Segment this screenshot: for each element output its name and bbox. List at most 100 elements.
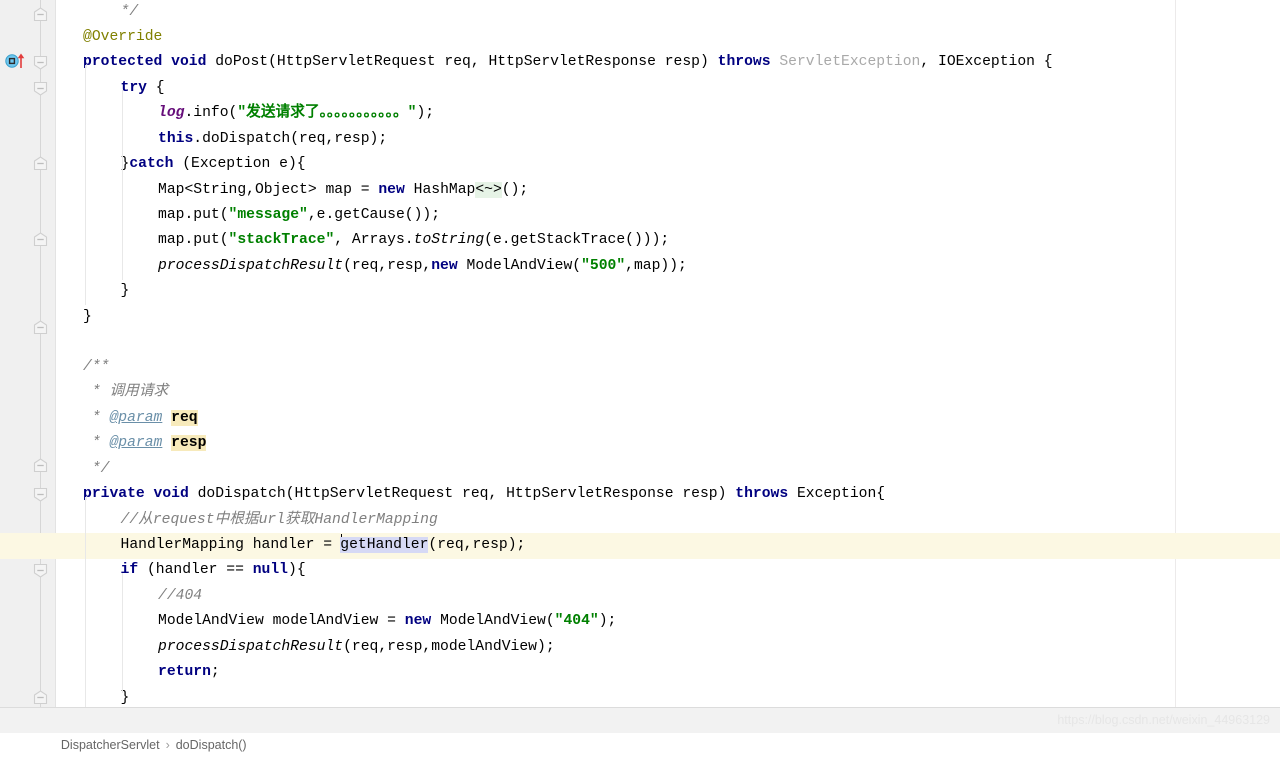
code-line[interactable]: if (handler == null){ [0,558,1280,584]
code-line-text: return; [0,660,220,686]
code-token-kw: if [120,562,139,578]
indent-guide [122,90,123,280]
code-token-str: "500" [581,258,626,274]
indent-guide [85,497,86,707]
code-line[interactable]: //从request中根据url获取HandlerMapping [0,508,1280,534]
code-line-text: HandlerMapping handler = getHandler(req,… [0,533,525,559]
code-token-plain: ); [416,105,435,121]
code-token-str: "发送请求了。。。。。。。。。。。" [237,105,417,121]
code-line[interactable]: } [0,686,1280,707]
code-line[interactable]: map.put("stackTrace", Arrays.toString(e.… [0,228,1280,254]
code-token-kw: new [431,258,458,274]
code-line[interactable]: protected void doPost(HttpServletRequest… [0,50,1280,76]
code-line-text: map.put("stackTrace", Arrays.toString(e.… [0,228,669,254]
code-token-anno: @Override [83,29,163,45]
indent-guide [85,65,86,305]
watermark: https://blog.csdn.net/weixin_44963129 [1057,713,1270,727]
code-line-text: processDispatchResult(req,resp,modelAndV… [0,635,555,661]
code-line[interactable]: * @param req [0,406,1280,432]
code-line[interactable]: } [0,279,1280,305]
code-token-plain: (); [501,182,529,198]
code-token-plain: doDispatch(HttpServletRequest req, HttpS… [188,486,736,502]
code-line[interactable]: * @param resp [0,431,1280,457]
code-token-stat: processDispatchResult [158,258,344,274]
code-token-cmt: /** [83,359,110,375]
code-token-plain: } [83,309,92,325]
code-token-cmt: */ [120,4,139,20]
code-editor[interactable]: */ @Override protected void doPost(HttpSer… [0,0,1280,707]
code-token-kw: throws [717,54,771,70]
breadcrumb-class[interactable]: DispatcherServlet [61,738,160,752]
code-token-fld: log [158,105,185,121]
code-token-cmt [162,435,171,451]
code-line[interactable]: return; [0,660,1280,686]
code-line[interactable]: } [0,305,1280,331]
code-line-text: if (handler == null){ [0,558,306,584]
code-token-plain: (handler == [138,562,253,578]
breadcrumb[interactable]: DispatcherServlet › doDispatch() [47,708,247,752]
code-line-text: Map<String,Object> map = new HashMap<~>(… [0,178,528,204]
code-line[interactable]: HandlerMapping handler = getHandler(req,… [0,533,1280,559]
code-line-text: */ [0,0,139,26]
code-token-plain: (req,resp,modelAndView); [343,639,555,655]
code-token-diamond: <~> [475,182,502,198]
code-token-plain: (req,resp, [343,258,432,274]
code-token-str: "message" [228,207,308,223]
code-token-plain: , Arrays. [334,232,414,248]
code-token-jdoc-tag: @param [109,410,163,426]
code-token-plain: ); [598,613,617,629]
code-token-plain: ,map)); [625,258,687,274]
code-line-text: } [0,305,92,331]
code-line[interactable]: processDispatchResult(req,resp,new Model… [0,254,1280,280]
code-line[interactable]: */ [0,0,1280,26]
code-token-cmt: * [83,435,110,451]
code-line[interactable]: }catch (Exception e){ [0,152,1280,178]
code-line[interactable]: processDispatchResult(req,resp,modelAndV… [0,635,1280,661]
code-token-plain: ){ [288,562,306,578]
code-token-plain: HashMap [404,182,476,198]
code-token-plain: doPost(HttpServletRequest req, HttpServl… [206,54,718,70]
code-token-plain: (Exception e){ [173,156,306,172]
code-line[interactable]: /** [0,355,1280,381]
code-line[interactable]: private void doDispatch(HttpServletReque… [0,482,1280,508]
code-token-str: "404" [554,613,599,629]
code-line[interactable]: this.doDispatch(req,resp); [0,127,1280,153]
code-line[interactable] [0,330,1280,356]
code-token-cmt: * [83,410,110,426]
breadcrumb-method[interactable]: doDispatch() [176,738,247,752]
code-line-text: map.put("message",e.getCause()); [0,203,440,229]
code-line-text: }catch (Exception e){ [0,152,306,178]
code-line[interactable]: //404 [0,584,1280,610]
code-token-plain: ,e.getCause()); [307,207,441,223]
code-token-kw: null [252,562,288,578]
code-line[interactable]: map.put("message",e.getCause()); [0,203,1280,229]
code-line-text: log.info("发送请求了。。。。。。。。。。。"); [0,101,434,127]
code-token-str: "stackTrace" [228,232,335,248]
code-line-text: private void doDispatch(HttpServletReque… [0,482,885,508]
code-line[interactable]: * 调用请求 [0,380,1280,406]
code-line-text: } [0,279,130,305]
code-line[interactable]: try { [0,76,1280,102]
code-token-plain: map.put( [158,207,229,223]
code-token-plain: Map<String,Object> map = [158,182,379,198]
code-line[interactable]: @Override [0,25,1280,51]
code-line-text: * @param req [0,406,198,432]
code-token-plain: ModelAndView modelAndView = [158,613,405,629]
code-token-cmt: * 调用请求 [83,384,169,400]
code-line[interactable]: ModelAndView modelAndView = new ModelAnd… [0,609,1280,635]
code-token-stat: processDispatchResult [158,639,344,655]
code-token-kw: new [378,182,405,198]
code-token-plain: ModelAndView( [457,258,582,274]
code-line[interactable]: log.info("发送请求了。。。。。。。。。。。"); [0,101,1280,127]
code-token-plain: .doDispatch(req,resp); [193,131,388,147]
code-content[interactable]: */ @Override protected void doPost(HttpSer… [0,0,1280,707]
code-token-jdoc-param: resp [171,435,207,451]
code-token-sel: getHandler [340,537,429,553]
code-token-plain: { [146,80,165,96]
code-line[interactable]: */ [0,457,1280,483]
code-line-text: /** [0,355,109,381]
code-token-jdoc-tag: @param [109,435,163,451]
code-token-plain: ModelAndView( [431,613,555,629]
code-token-plain: (req,resp); [428,537,526,553]
code-line[interactable]: Map<String,Object> map = new HashMap<~>(… [0,178,1280,204]
